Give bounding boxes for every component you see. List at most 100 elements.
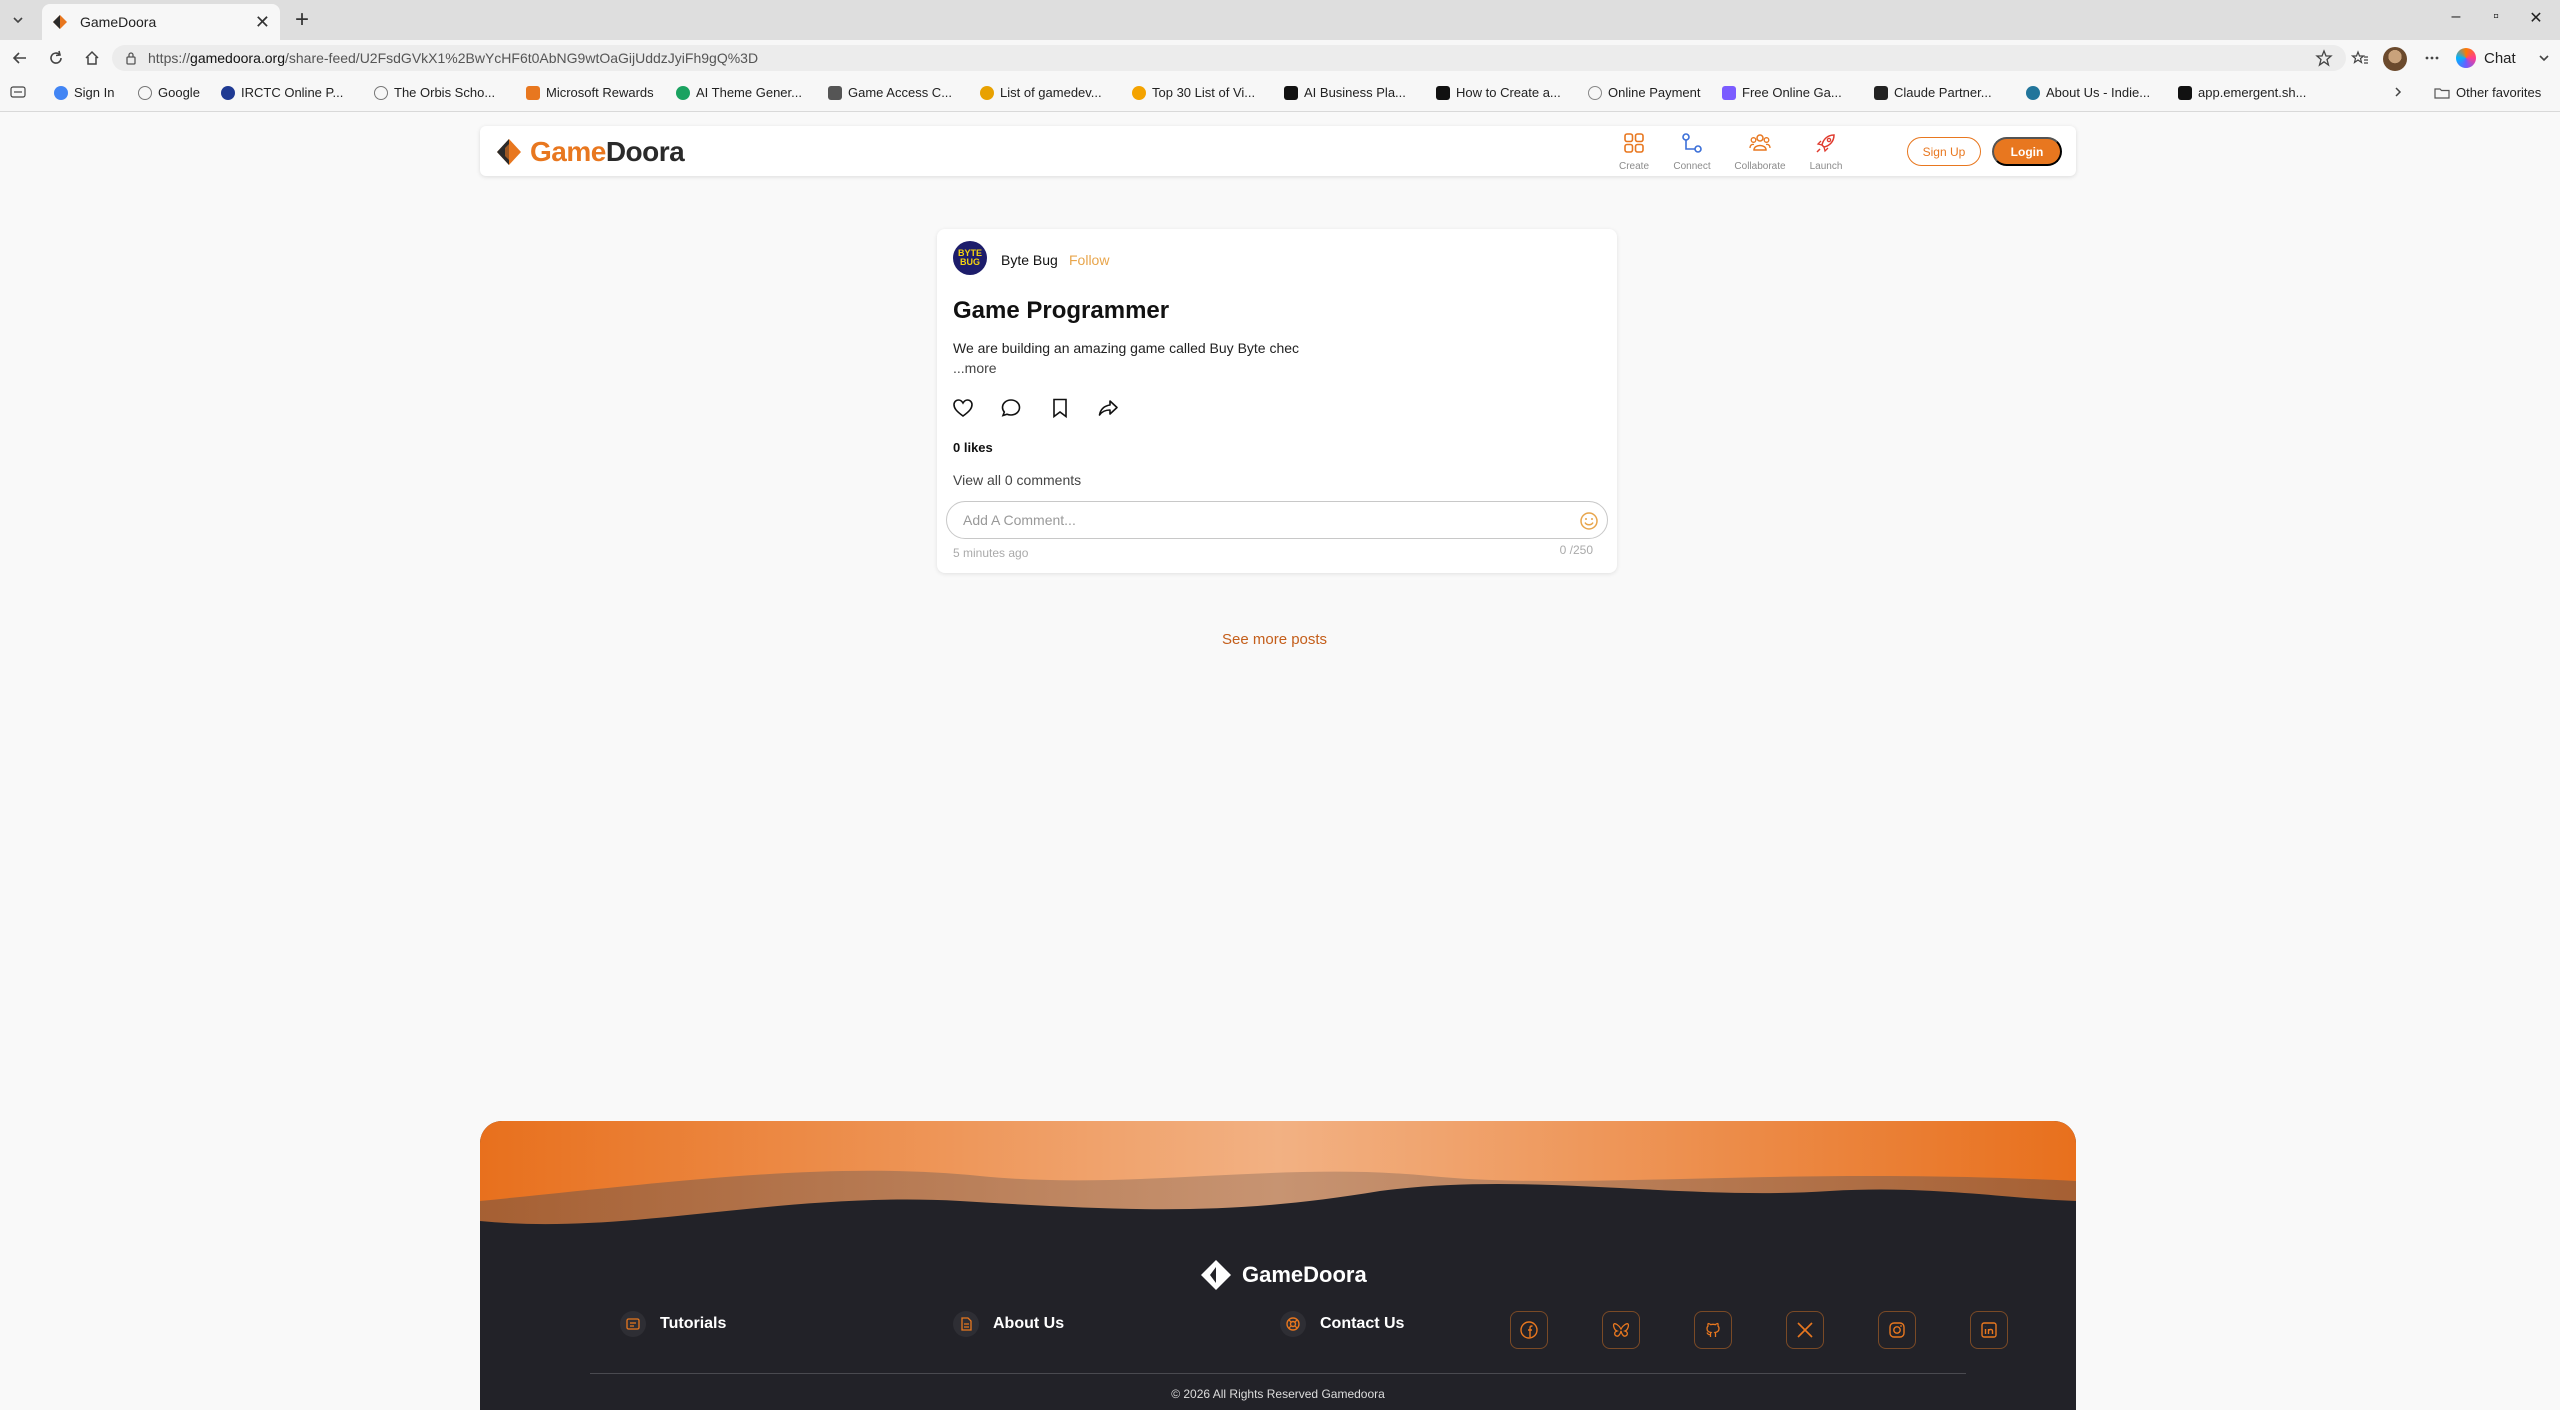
nav-connect-label: Connect — [1673, 161, 1711, 172]
bookmark-label: Free Online Ga... — [1742, 85, 1842, 100]
site-footer: GameDoora Tutorials About Us Contact Us — [480, 1121, 2076, 1410]
instagram-link[interactable] — [1878, 1311, 1916, 1349]
tutorials-icon — [620, 1311, 646, 1337]
nav-create[interactable]: Create — [1604, 132, 1664, 174]
facebook-link[interactable] — [1510, 1311, 1548, 1349]
post-card: BYTE BUG Byte Bug Follow Game Programmer… — [937, 229, 1617, 573]
x-icon — [1797, 1322, 1813, 1338]
comment-bubble-icon — [1001, 399, 1021, 417]
restore-icon[interactable]: ▫ — [2484, 8, 2508, 26]
bookmarks-overflow-chevron-icon[interactable] — [2392, 85, 2404, 99]
tab-close-icon[interactable]: ✕ — [255, 12, 270, 33]
logo-word-doora: Doora — [605, 136, 685, 167]
bookmark-item[interactable]: AI Business Pla... — [1284, 85, 1406, 100]
copyright-text: © 2026 All Rights Reserved Gamedoora — [1171, 1387, 1385, 1401]
footer-link-about-us[interactable]: About Us — [953, 1311, 1064, 1337]
url-host: gamedoora.org — [190, 50, 285, 66]
share-button[interactable] — [1095, 395, 1121, 421]
login-button[interactable]: Login — [1992, 137, 2062, 166]
bookmark-item[interactable]: Sign In — [54, 85, 114, 100]
nav-collaborate[interactable]: Collaborate — [1730, 132, 1790, 174]
bookmark-item[interactable]: AI Theme Gener... — [676, 85, 802, 100]
page-content: GameDoora Create Connect Collaborate Lau… — [0, 112, 2560, 1410]
comment-char-count: 0 /250 — [1559, 543, 1593, 557]
reload-icon[interactable] — [44, 46, 68, 70]
more-options-icon[interactable] — [2420, 46, 2444, 70]
connect-icon — [1682, 133, 1702, 153]
footer-logo[interactable]: GameDoora — [1200, 1259, 1367, 1291]
bookmark-item[interactable]: Microsoft Rewards — [526, 85, 654, 100]
bookmark-item[interactable]: app.emergent.sh... — [2178, 85, 2306, 100]
post-body: We are building an amazing game called B… — [953, 340, 1300, 356]
footer-logo-text: GameDoora — [1242, 1262, 1367, 1287]
irctc-icon — [221, 85, 235, 100]
footer-link-contact-us[interactable]: Contact Us — [1280, 1311, 1404, 1337]
address-bar-input[interactable]: https://gamedoora.org/share-feed/U2FsdGV… — [112, 45, 2346, 71]
browser-toolbar: https://gamedoora.org/share-feed/U2FsdGV… — [0, 40, 2560, 76]
footer-wave-decoration — [480, 1121, 2076, 1261]
read-more-link[interactable]: ...more — [953, 360, 997, 376]
linkedin-link[interactable] — [1970, 1311, 2008, 1349]
gamedoora-logo[interactable]: GameDoora — [496, 136, 685, 168]
tab-list-chevron-icon[interactable] — [6, 8, 30, 32]
comment-input[interactable] — [963, 510, 1563, 530]
bookmark-item[interactable]: Online Payment — [1588, 85, 1701, 100]
nav-launch[interactable]: Launch — [1796, 132, 1856, 174]
bookmark-item[interactable]: About Us - Indie... — [2026, 85, 2150, 100]
list-icon — [980, 85, 994, 100]
emoji-smile-icon[interactable] — [1579, 511, 1599, 531]
github-link[interactable] — [1694, 1311, 1732, 1349]
nav-connect[interactable]: Connect — [1662, 132, 1722, 174]
comment-button[interactable] — [998, 395, 1024, 421]
bookmark-label: The Orbis Scho... — [394, 85, 496, 100]
game-icon — [1722, 85, 1736, 100]
url-scheme: https:// — [148, 50, 191, 66]
favorites-collection-icon[interactable] — [2348, 46, 2372, 70]
bookmark-item[interactable]: Game Access C... — [828, 85, 952, 100]
profile-avatar[interactable] — [2383, 47, 2407, 71]
nav-create-label: Create — [1618, 161, 1649, 172]
bookmark-label: Microsoft Rewards — [546, 85, 654, 100]
like-button[interactable] — [950, 395, 976, 421]
minimize-icon[interactable]: – — [2444, 8, 2468, 26]
copilot-chat-button[interactable]: Chat — [2456, 46, 2516, 70]
view-comments-link[interactable]: View all 0 comments — [953, 472, 1081, 488]
sign-up-button[interactable]: Sign Up — [1907, 137, 1981, 166]
favorite-star-icon[interactable] — [2312, 46, 2336, 70]
follow-button[interactable]: Follow — [1069, 252, 1109, 268]
new-tab-plus-icon[interactable]: + — [288, 6, 316, 34]
bookmark-item[interactable]: Claude Partner... — [1874, 85, 1992, 100]
bookmark-item[interactable]: The Orbis Scho... — [374, 85, 495, 100]
bookmark-item[interactable]: List of gamedev... — [980, 85, 1102, 100]
author-name[interactable]: Byte Bug — [1001, 252, 1058, 268]
footer-link-tutorials[interactable]: Tutorials — [620, 1311, 726, 1337]
other-favorites-folder[interactable]: Other favorites — [2434, 85, 2541, 100]
bookmark-item[interactable]: IRCTC Online P... — [221, 85, 343, 100]
x-twitter-link[interactable] — [1786, 1311, 1824, 1349]
comment-box — [946, 501, 1608, 539]
url-path: /share-feed/U2FsdGVkX1%2BwYcHF6t0AbNG9wt… — [284, 50, 759, 66]
bluesky-link[interactable] — [1602, 1311, 1640, 1349]
save-button[interactable] — [1047, 395, 1073, 421]
bookmark-item[interactable]: How to Create a... — [1436, 85, 1561, 100]
emergent-icon — [2178, 85, 2192, 100]
chat-dropdown-chevron-icon[interactable] — [2532, 46, 2556, 70]
bookmark-item[interactable]: Free Online Ga... — [1722, 85, 1842, 100]
people-icon — [1749, 134, 1771, 151]
window-close-icon[interactable]: ✕ — [2524, 8, 2548, 28]
bookmark-label: Sign In — [74, 85, 115, 100]
bookmark-item[interactable]: Google — [138, 85, 200, 100]
home-icon[interactable] — [80, 46, 104, 70]
github-icon — [1706, 1322, 1720, 1337]
google-sign-in-icon — [54, 85, 68, 100]
site-header: GameDoora Create Connect Collaborate Lau… — [480, 126, 2076, 176]
author-avatar[interactable]: BYTE BUG — [953, 241, 987, 275]
see-more-posts-link[interactable]: See more posts — [1222, 631, 1327, 648]
bulb-icon — [1132, 85, 1146, 100]
browser-tab-active[interactable]: GameDoora ✕ — [42, 4, 280, 40]
bookmark-bar-toggle-icon[interactable] — [10, 85, 26, 99]
site-info-lock-icon[interactable] — [124, 51, 138, 65]
bookmark-item[interactable]: Top 30 List of Vi... — [1132, 85, 1255, 100]
bookmark-label: AI Theme Gener... — [696, 85, 802, 100]
back-arrow-icon[interactable] — [8, 46, 32, 70]
